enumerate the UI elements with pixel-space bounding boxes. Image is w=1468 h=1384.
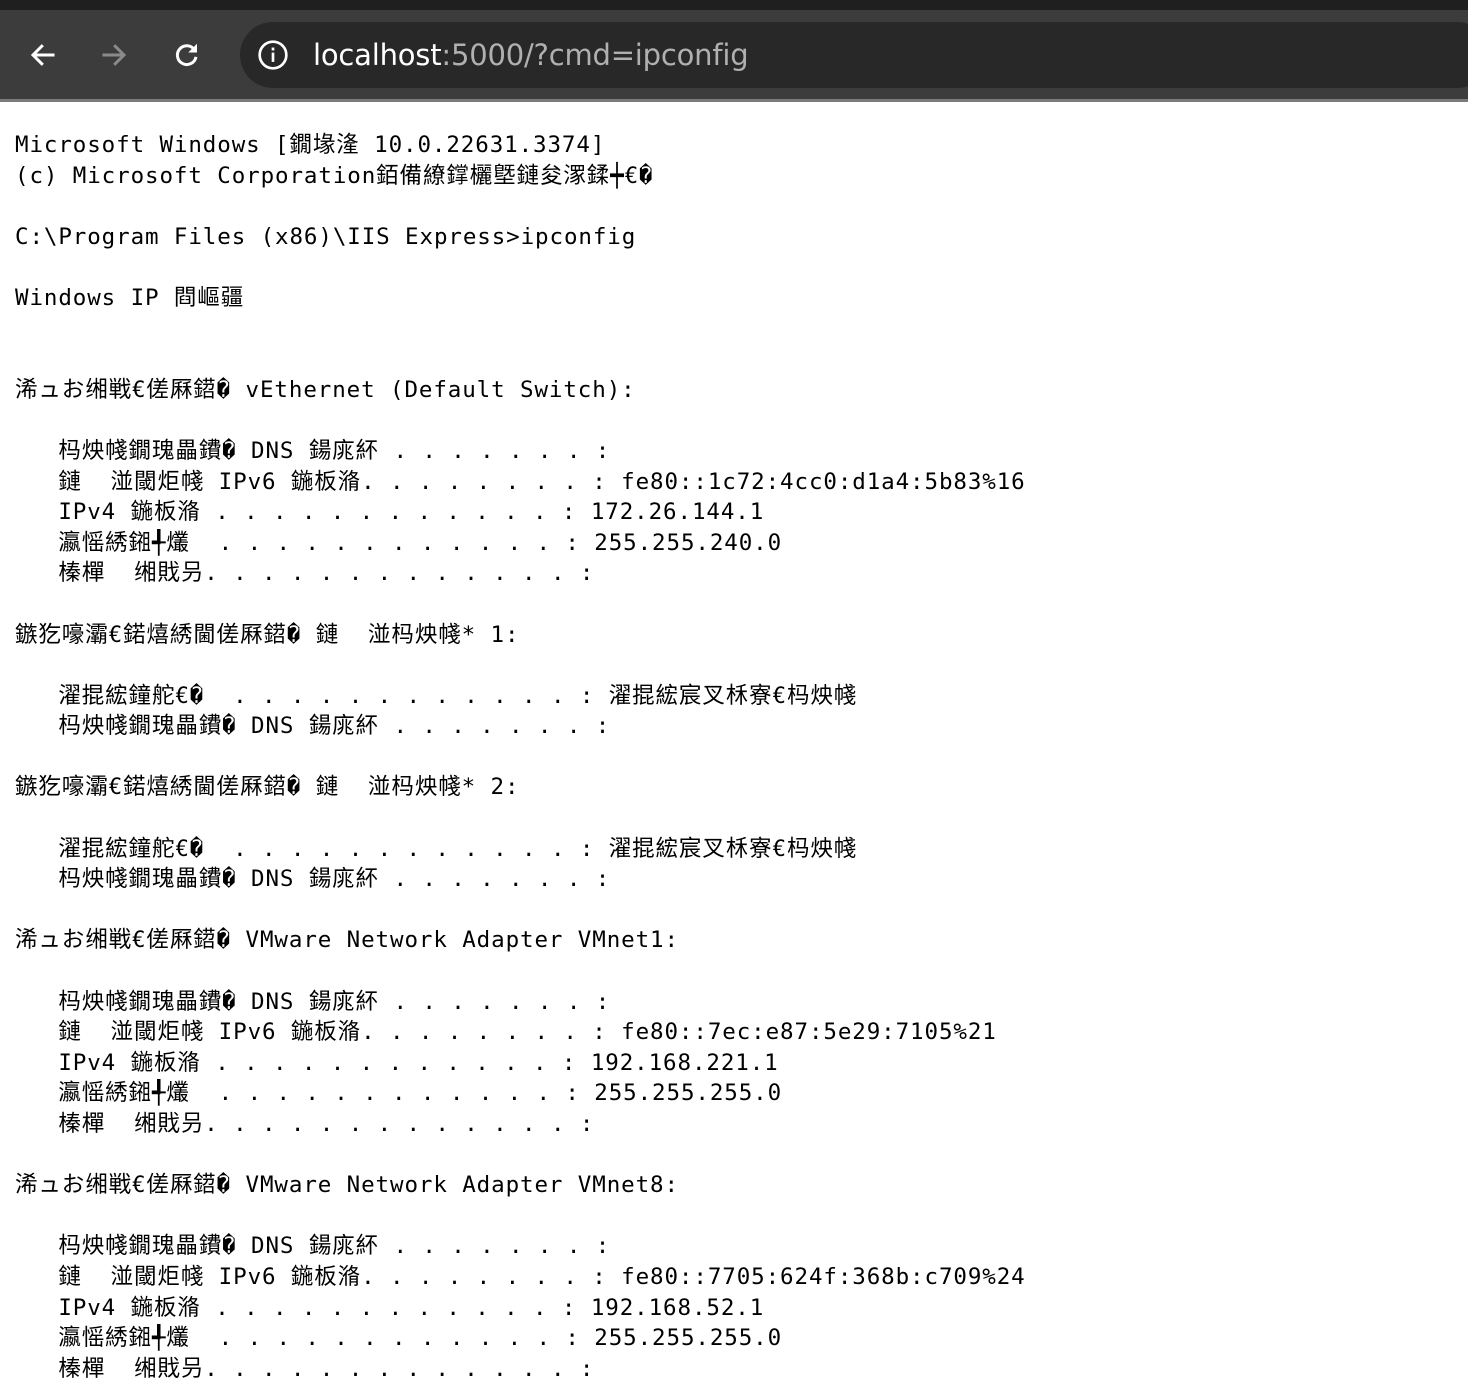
address-bar[interactable]: localhost:5000/?cmd=ipconfig [240, 22, 1468, 88]
reload-button[interactable] [164, 32, 210, 78]
forward-button[interactable] [91, 32, 137, 78]
browser-toolbar: localhost:5000/?cmd=ipconfig [0, 10, 1468, 102]
output-line: (c) Microsoft Corporation銆備繚鐣欐墍鏈夋潈鍒┿€� [15, 162, 654, 189]
output-line: 瀛愮綉鎺╃爜 . . . . . . . . . . . . : 255.255… [15, 1325, 783, 1352]
arrow-right-icon [102, 44, 127, 66]
output-line: 杩炴帴鐗瑰畾鐨� DNS 鍚庣紑 . . . . . . . : [15, 988, 611, 1015]
output-line: 杩炴帴鐗瑰畾鐨� DNS 鍚庣紑 . . . . . . . : [15, 713, 611, 740]
back-button[interactable] [20, 32, 66, 78]
output-line: Windows IP 閰嶇疆 [15, 284, 245, 311]
output-line: 鏃犵嚎灞€鍩熺綉閫傞厤鍣� 鏈 湴杩炴帴* 1: [15, 621, 520, 648]
output-line: 杩炴帴鐗瑰畾鐨� DNS 鍚庣紑 . . . . . . . : [15, 866, 611, 893]
output-line: 濯掍綋鐘舵€� . . . . . . . . . . . . : 濯掍綋宸叉柇… [15, 682, 858, 709]
output-line: IPv4 鍦板潃 . . . . . . . . . . . . : 192.1… [15, 1049, 779, 1076]
reload-icon [175, 43, 198, 67]
command-output: Microsoft Windows [鐗堟湰 10.0.22631.3374] … [15, 130, 1026, 1384]
output-line: IPv4 鍦板潃 . . . . . . . . . . . . : 192.1… [15, 1294, 765, 1321]
output-line: 瀛愮綉鎺╃爜 . . . . . . . . . . . . : 255.255… [15, 529, 783, 556]
output-line: 榛樿 缃戝叧. . . . . . . . . . . . . : [15, 1111, 595, 1137]
site-info-button[interactable] [254, 36, 292, 74]
output-line: 杩炴帴鐗瑰畾鐨� DNS 鍚庣紑 . . . . . . . : [15, 1233, 611, 1260]
output-line: 浠ュお缃戦€傞厤鍣� vEthernet (Default Switch): [15, 376, 636, 403]
output-line: 鏈 湴閾炬帴 IPv6 鍦板潃. . . . . . . . : fe80::7… [15, 1019, 997, 1046]
output-line: 榛樿 缃戝叧. . . . . . . . . . . . . : [15, 1355, 595, 1382]
output-line: 瀛愮綉鎺╃爜 . . . . . . . . . . . . : 255.255… [15, 1080, 783, 1107]
url-host: localhost [313, 38, 442, 72]
output-line: 浠ュお缃戦€傞厤鍣� VMware Network Adapter VMnet8… [15, 1172, 679, 1199]
output-line: 鏈 湴閾炬帴 IPv6 鍦板潃. . . . . . . . : fe80::7… [15, 1263, 1026, 1290]
url-path: :5000/?cmd=ipconfig [441, 38, 749, 72]
output-line: IPv4 鍦板潃 . . . . . . . . . . . . : 172.2… [15, 499, 765, 526]
output-line: 鏃犵嚎灞€鍩熺綉閫傞厤鍣� 鏈 湴杩炴帴* 2: [15, 774, 520, 801]
output-line: 浠ュお缃戦€傞厤鍣� VMware Network Adapter VMnet1… [15, 927, 679, 954]
arrow-left-icon [30, 44, 55, 66]
output-line: 濯掍綋鐘舵€� . . . . . . . . . . . . : 濯掍綋宸叉柇… [15, 835, 858, 862]
output-line: Microsoft Windows [鐗堟湰 10.0.22631.3374] [15, 132, 606, 158]
window-frame [0, 0, 1468, 10]
output-line: 鏈 湴閾炬帴 IPv6 鍦板潃. . . . . . . . : fe80::1… [15, 468, 1026, 495]
url-text[interactable]: localhost:5000/?cmd=ipconfig [313, 36, 749, 74]
output-line: 榛樿 缃戝叧. . . . . . . . . . . . . : [15, 560, 595, 587]
output-line: 杩炴帴鐗瑰畾鐨� DNS 鍚庣紑 . . . . . . . : [15, 437, 611, 464]
output-line: C:\Program Files (x86)\IIS Express>ipcon… [15, 223, 637, 250]
info-icon [258, 40, 288, 70]
